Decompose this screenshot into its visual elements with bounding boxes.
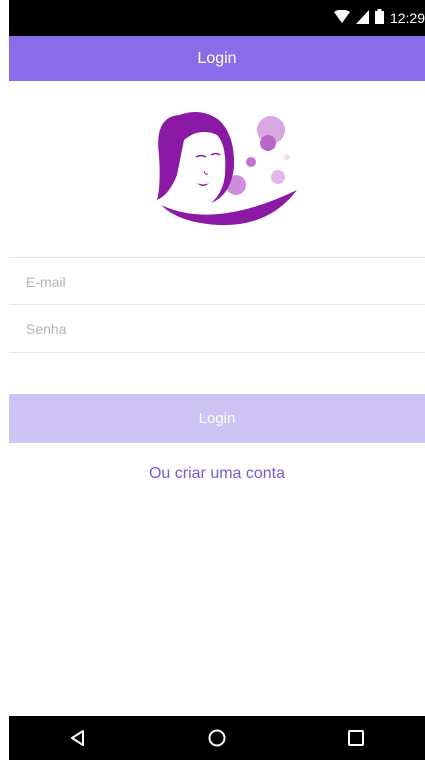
email-field[interactable] bbox=[24, 272, 408, 291]
home-icon bbox=[208, 729, 226, 747]
wifi-icon bbox=[333, 9, 350, 27]
app-screen: 12:29 Login Login bbox=[9, 0, 425, 760]
home-button[interactable] bbox=[195, 716, 239, 760]
recents-button[interactable] bbox=[334, 716, 378, 760]
status-time: 12:29 bbox=[389, 10, 425, 26]
password-field[interactable] bbox=[24, 319, 408, 338]
page-title: Login bbox=[197, 49, 237, 67]
salon-logo bbox=[139, 105, 299, 230]
recents-icon bbox=[347, 730, 364, 746]
back-icon bbox=[71, 730, 85, 746]
status-bar: 12:29 bbox=[9, 0, 425, 36]
create-account-link[interactable]: Ou criar uma conta bbox=[9, 465, 425, 483]
status-icons: 12:29 bbox=[333, 8, 425, 28]
email-row bbox=[9, 257, 425, 305]
cell-signal-icon bbox=[355, 9, 369, 27]
navigation-bar bbox=[9, 716, 425, 760]
password-row bbox=[9, 304, 425, 353]
left-gutter bbox=[0, 0, 9, 760]
app-bar: Login bbox=[9, 36, 425, 81]
back-button[interactable] bbox=[56, 716, 100, 760]
woman-face-logo-icon bbox=[157, 111, 297, 226]
battery-icon bbox=[374, 9, 384, 27]
login-button[interactable]: Login bbox=[9, 394, 425, 443]
